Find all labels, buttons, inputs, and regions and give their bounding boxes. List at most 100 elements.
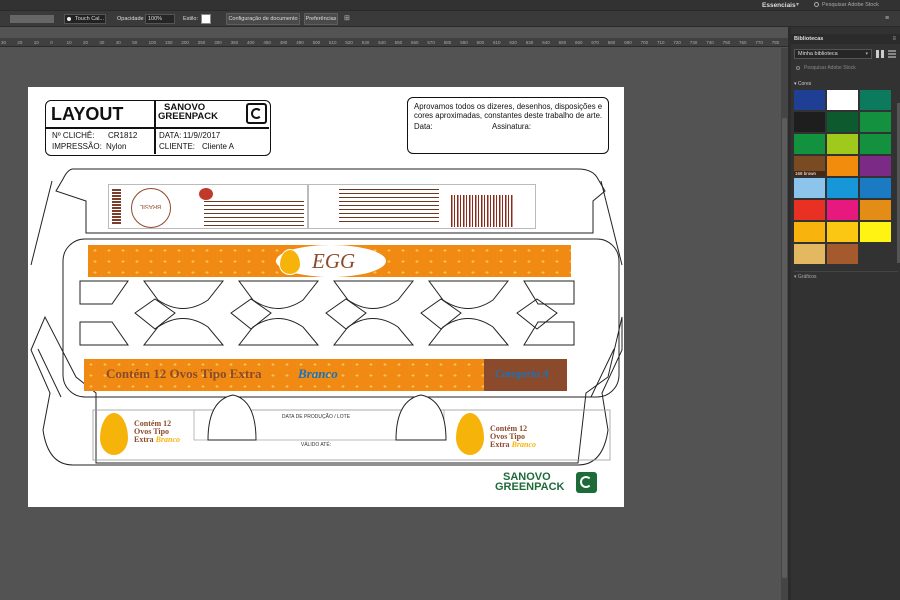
libraries-panel-title: Bibliotecas	[794, 36, 824, 42]
artboard[interactable]: LAYOUT SANOVO GREENPACK Nº CLICHÊ: CR181…	[28, 87, 624, 507]
color-swatch[interactable]	[827, 134, 858, 154]
graphics-section-label: Gráficos	[797, 274, 817, 280]
legal-text-block-right	[339, 189, 439, 225]
chevron-down-icon[interactable]: ▾	[796, 0, 799, 11]
ruler-tick-label: 50	[132, 40, 138, 45]
color-swatch[interactable]	[794, 178, 825, 198]
panel-menu-icon[interactable]: ≡	[892, 34, 896, 44]
color-swatch[interactable]	[827, 222, 858, 242]
horizontal-ruler: 30 20 10 0 10 20 30 40 50 100 150 200 250 300 350 400 45…	[0, 38, 788, 47]
libraries-panel-header: Bibliotecas ≡	[791, 34, 900, 44]
footer-logo-swoosh	[580, 476, 592, 488]
ruler-tick-label: 730	[689, 40, 698, 45]
data-value: 11/9//2017	[183, 131, 221, 140]
stroke-selector[interactable]	[10, 15, 54, 23]
ruler-tick-label: 780	[771, 40, 780, 45]
ruler-tick-label: 530	[361, 40, 370, 45]
color-swatch[interactable]	[794, 200, 825, 220]
search-icon	[814, 2, 819, 7]
color-swatch[interactable]	[860, 178, 891, 198]
vertical-scrollbar[interactable]	[781, 48, 788, 600]
brazil-stamp-text: BRASIL	[139, 203, 162, 209]
cliche-value: CR1812	[108, 131, 138, 140]
color-swatch[interactable]	[827, 178, 858, 198]
grid-view-icon[interactable]	[876, 50, 884, 58]
scroll-thumb[interactable]	[782, 118, 787, 578]
ruler-tick-label: 10	[33, 40, 39, 45]
style-swatch[interactable]	[201, 14, 211, 24]
ruler-tick-label: 300	[214, 40, 222, 45]
barcode	[451, 195, 513, 227]
side-right-line3: Extra	[490, 440, 510, 449]
logo-mark	[251, 108, 262, 119]
color-swatch[interactable]	[827, 156, 858, 176]
preferences-button[interactable]: Preferências	[304, 13, 338, 25]
validity-label: VÁLIDO ATÉ:	[300, 442, 332, 448]
ruler-tick-label: 570	[427, 40, 435, 45]
colors-section-header[interactable]: ▾ Cores	[794, 81, 811, 87]
ruler-tick-label: 770	[755, 40, 763, 45]
ruler-tick-label: 540	[378, 40, 386, 45]
color-swatch[interactable]	[860, 156, 891, 176]
fold-line-right	[590, 348, 615, 398]
ruler-tick-label: 30	[1, 40, 7, 45]
color-swatch[interactable]	[860, 112, 891, 132]
color-swatch[interactable]	[794, 134, 825, 154]
ruler-tick-label: 100	[148, 40, 157, 45]
approval-date-label: Data:	[414, 122, 433, 131]
approval-signature-label: Assinatura:	[492, 122, 532, 131]
color-swatch[interactable]	[860, 222, 891, 242]
ruler-tick-label: 680	[607, 40, 616, 45]
impressao-label: IMPRESSÃO:	[52, 142, 102, 151]
color-swatch[interactable]	[794, 222, 825, 242]
top-flap-print-left: BRASIL	[108, 184, 308, 229]
opacity-field[interactable]: 100%	[145, 14, 175, 24]
ruler-tick-label: 740	[706, 40, 714, 45]
ruler-tick-label: 150	[165, 40, 173, 45]
library-selector[interactable]: Minha biblioteca ▾	[794, 49, 872, 59]
color-swatch[interactable]	[827, 244, 858, 264]
mini-logo	[199, 188, 213, 200]
top-flap-print-right	[308, 184, 536, 229]
color-swatch[interactable]	[860, 134, 891, 154]
side-egg-left	[100, 413, 128, 455]
ruler-tick-label: 750	[722, 40, 731, 45]
color-swatch[interactable]	[827, 90, 858, 110]
color-swatch[interactable]	[794, 90, 825, 110]
ruler-tick-label: 630	[525, 40, 534, 45]
brush-dot-icon	[67, 17, 71, 21]
ruler-tick-label: 580	[443, 40, 452, 45]
ruler-tick-label: 490	[296, 40, 304, 45]
color-swatch[interactable]	[860, 90, 891, 110]
color-swatch[interactable]	[827, 112, 858, 132]
search-icon	[796, 66, 800, 70]
brush-selector[interactable]: Touch Cal...	[64, 14, 106, 24]
color-swatch[interactable]: 168 brown	[794, 156, 825, 176]
side-label-right: Contém 12 Ovos Tipo Extra Branco	[490, 425, 536, 449]
egg-icon	[279, 249, 301, 275]
color-swatch[interactable]	[794, 244, 825, 264]
arrange-icon[interactable]: ⊞	[344, 14, 350, 24]
ruler-tick-label: 610	[493, 40, 501, 45]
stock-search-placeholder: Pesquisar Adobe Stock	[822, 2, 879, 8]
footer-logo-mark	[576, 472, 597, 493]
side-label-left: Contém 12 Ovos Tipo Extra Branco	[134, 420, 180, 444]
ruler-tick-label: 620	[509, 40, 517, 45]
color-swatch[interactable]	[860, 200, 891, 220]
ruler-tick-label: 720	[673, 40, 681, 45]
ruler-tick-label: 590	[460, 40, 468, 45]
workspace-switcher[interactable]: Essenciais	[762, 0, 796, 11]
library-search-input[interactable]: Pesquisar Adobe Stock	[794, 64, 898, 73]
color-swatch[interactable]	[794, 112, 825, 132]
graphics-section-header[interactable]: ▾ Gráficos	[794, 274, 817, 280]
data-label: DATA:	[159, 131, 182, 140]
list-view-icon[interactable]	[888, 50, 896, 58]
menu-icon[interactable]: ≡	[885, 14, 889, 24]
category-text: Categoria A	[495, 368, 550, 380]
ruler-tick-label: 400	[247, 40, 255, 45]
color-swatch[interactable]	[827, 200, 858, 220]
contents-banner: Contém 12 Ovos Tipo Extra Branco	[84, 359, 484, 391]
document-setup-button[interactable]: Configuração de documento	[226, 13, 300, 25]
stock-search[interactable]: Pesquisar Adobe Stock	[812, 1, 900, 10]
ruler-tick-label: 40	[115, 40, 121, 45]
